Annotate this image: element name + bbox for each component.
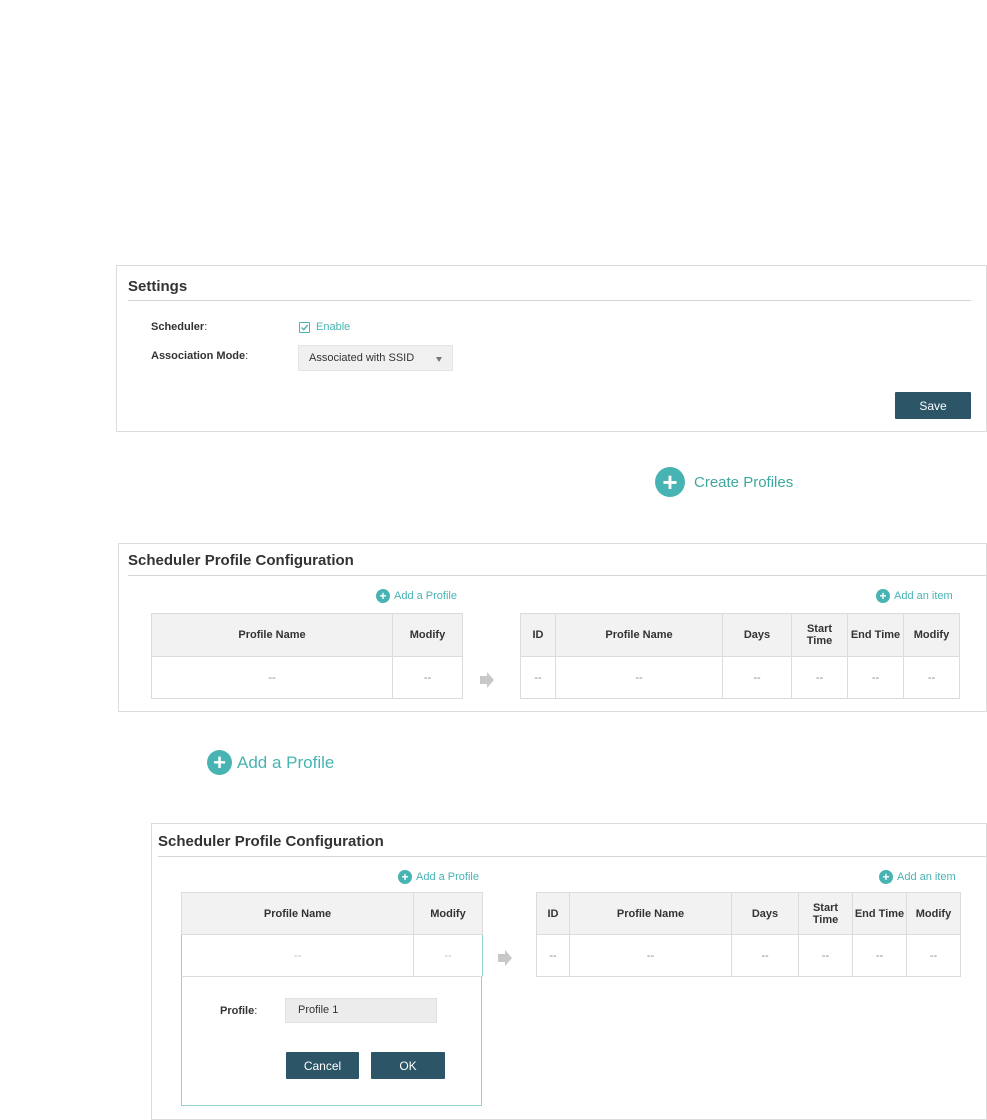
profile-table: Profile Name Modify -- -- bbox=[181, 892, 483, 977]
item-table: ID Profile Name Days Start Time End Time… bbox=[520, 613, 960, 699]
arrow-right-icon bbox=[480, 672, 494, 688]
plus-icon: + bbox=[879, 870, 893, 884]
table-cell: -- bbox=[847, 656, 904, 699]
check-icon bbox=[301, 324, 309, 331]
add-item-label: Add an item bbox=[897, 871, 956, 883]
config2-title: Scheduler Profile Configuration bbox=[158, 833, 384, 850]
table-cell: -- bbox=[555, 656, 723, 699]
add-item-label: Add an item bbox=[894, 590, 953, 602]
add-profile-callout-label: Add a Profile bbox=[237, 752, 335, 772]
table-cell: -- bbox=[852, 934, 907, 977]
table-cell: -- bbox=[731, 934, 799, 977]
column-header: Profile Name bbox=[569, 892, 732, 935]
association-mode-label: Association Mode: bbox=[151, 350, 249, 362]
table-cell: -- bbox=[520, 656, 556, 699]
ok-button[interactable]: OK bbox=[371, 1052, 445, 1079]
column-header: Modify bbox=[392, 613, 463, 657]
add-profile-link[interactable]: + Add a Profile bbox=[398, 870, 479, 884]
column-header: Days bbox=[722, 613, 792, 657]
config2-divider bbox=[158, 856, 987, 857]
association-mode-value: Associated with SSID bbox=[309, 352, 415, 364]
table-cell: -- bbox=[536, 934, 570, 977]
settings-panel: Settings Scheduler: Enable Association M… bbox=[116, 265, 987, 432]
add-profile-link[interactable]: + Add a Profile bbox=[376, 589, 457, 603]
table-cell: -- bbox=[903, 656, 960, 699]
column-header: ID bbox=[520, 613, 556, 657]
table-cell: -- bbox=[569, 934, 732, 977]
profile-label: Profile: bbox=[220, 1005, 258, 1017]
scheduler-enable-checkbox[interactable] bbox=[299, 322, 310, 333]
table-cell: -- bbox=[722, 656, 792, 699]
create-profiles-callout[interactable]: + Create Profiles bbox=[655, 467, 793, 497]
column-header: Days bbox=[731, 892, 799, 935]
profile-name-input[interactable]: Profile 1 bbox=[285, 998, 437, 1023]
table-cell: -- bbox=[181, 934, 414, 977]
config1-divider bbox=[128, 575, 987, 576]
add-profile-label: Add a Profile bbox=[394, 590, 457, 602]
column-header: End Time bbox=[847, 613, 904, 657]
table-cell: -- bbox=[791, 656, 848, 699]
chevron-down-icon bbox=[436, 357, 442, 362]
table-cell: -- bbox=[413, 934, 483, 977]
plus-icon: + bbox=[655, 467, 685, 497]
cancel-button[interactable]: Cancel bbox=[286, 1052, 359, 1079]
table-cell: -- bbox=[151, 656, 393, 699]
add-item-link[interactable]: + Add an item bbox=[876, 589, 953, 603]
column-header: Profile Name bbox=[555, 613, 723, 657]
column-header: ID bbox=[536, 892, 570, 935]
column-header: Profile Name bbox=[151, 613, 393, 657]
table-cell: -- bbox=[798, 934, 853, 977]
scheduler-config-panel-1: Scheduler Profile Configuration + Add a … bbox=[118, 543, 987, 712]
add-profile-label: Add a Profile bbox=[416, 871, 479, 883]
column-header: Profile Name bbox=[181, 892, 414, 935]
plus-icon: + bbox=[207, 750, 232, 775]
item-table: ID Profile Name Days Start Time End Time… bbox=[536, 892, 961, 977]
plus-icon: + bbox=[398, 870, 412, 884]
scheduler-config-panel-2: Scheduler Profile Configuration + Add a … bbox=[151, 823, 987, 1120]
create-profiles-label: Create Profiles bbox=[694, 473, 794, 491]
plus-icon: + bbox=[876, 589, 890, 603]
column-header: End Time bbox=[852, 892, 907, 935]
settings-divider bbox=[128, 300, 971, 301]
scheduler-enable-label: Enable bbox=[316, 321, 351, 333]
save-button[interactable]: Save bbox=[895, 392, 971, 419]
column-header: Start Time bbox=[791, 613, 848, 657]
table-cell: -- bbox=[392, 656, 463, 699]
profile-table: Profile Name Modify -- -- bbox=[151, 613, 463, 699]
column-header: Modify bbox=[413, 892, 483, 935]
settings-title: Settings bbox=[128, 278, 188, 295]
association-mode-select[interactable]: Associated with SSID bbox=[298, 345, 453, 371]
plus-icon: + bbox=[376, 589, 390, 603]
column-header: Start Time bbox=[798, 892, 853, 935]
scheduler-label: Scheduler: bbox=[151, 321, 208, 333]
add-profile-callout[interactable]: + Add a Profile bbox=[207, 750, 334, 775]
config1-title: Scheduler Profile Configuration bbox=[128, 552, 354, 569]
column-header: Modify bbox=[903, 613, 960, 657]
arrow-right-icon bbox=[498, 950, 512, 966]
add-item-link[interactable]: + Add an item bbox=[879, 870, 956, 884]
table-cell: -- bbox=[906, 934, 961, 977]
column-header: Modify bbox=[906, 892, 961, 935]
